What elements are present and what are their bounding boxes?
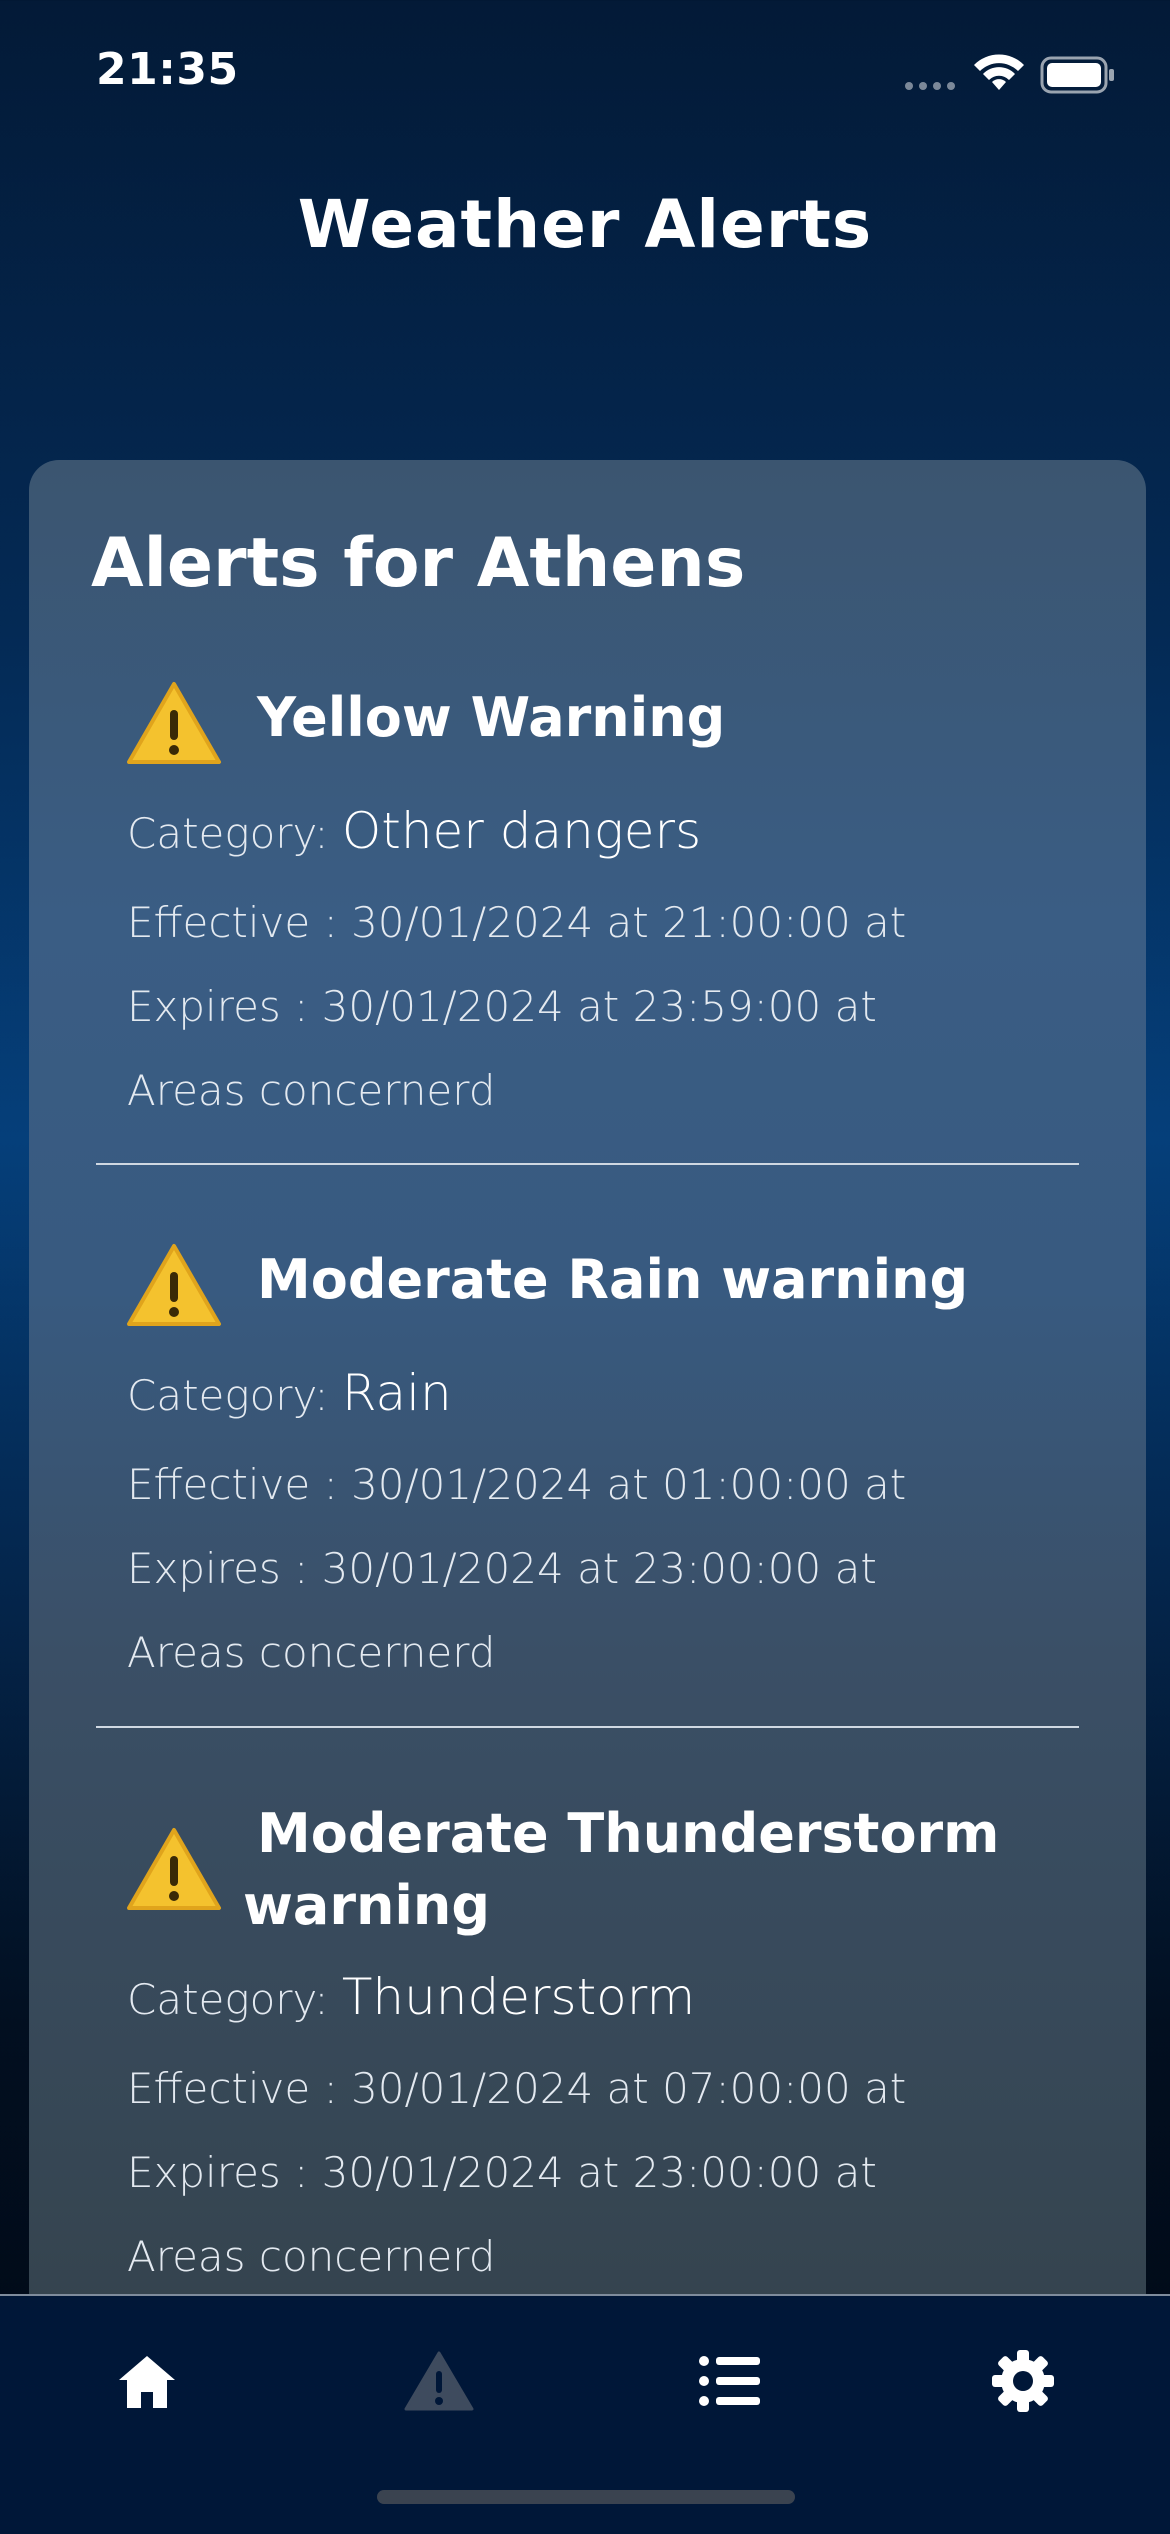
home-indicator — [377, 2490, 795, 2504]
warning-icon — [127, 1828, 221, 1910]
gear-icon — [992, 2350, 1054, 2412]
list-icon — [699, 2356, 760, 2406]
category-label: Category: — [127, 1975, 329, 2024]
alert-effective: Effective : 30/01/2024 at 07:00:00 at — [127, 2064, 907, 2113]
warning-icon — [127, 682, 221, 764]
category-value: Thunderstorm — [341, 1968, 696, 2026]
alert-effective: Effective : 30/01/2024 at 01:00:00 at — [127, 1460, 907, 1509]
tab-home[interactable] — [87, 2336, 207, 2426]
card-title: Alerts for Athens — [91, 524, 746, 603]
alert-category: Category: Rain — [127, 1364, 452, 1422]
alert-expires: Expires : 30/01/2024 at 23:59:00 at — [127, 982, 877, 1031]
home-icon — [119, 2356, 175, 2408]
alert-expires: Expires : 30/01/2024 at 23:00:00 at — [127, 2148, 877, 2197]
alert-category: Category: Other dangers — [127, 802, 701, 860]
alert-expires: Expires : 30/01/2024 at 23:00:00 at — [127, 1544, 877, 1593]
alert-category: Category: Thunderstorm — [127, 1968, 695, 2026]
tab-settings[interactable] — [963, 2336, 1083, 2426]
page-title: Weather Alerts — [297, 186, 873, 263]
alert-areas: Areas concernerd — [127, 2232, 496, 2281]
battery-icon — [1040, 56, 1114, 94]
wifi-icon — [974, 54, 1024, 90]
category-label: Category: — [127, 809, 329, 858]
category-value: Rain — [341, 1364, 452, 1422]
category-label: Category: — [127, 1371, 329, 1420]
alert-areas: Areas concernerd — [127, 1066, 496, 1115]
cellular-dots-icon — [905, 82, 955, 90]
status-bar: 21:35 — [0, 0, 1170, 150]
alert-title: Moderate Rain warning — [257, 1248, 969, 1311]
category-value: Other dangers — [341, 802, 702, 860]
alert-title: Moderate Thunderstorm warning — [243, 1802, 1000, 1937]
alert-title: Yellow Warning — [257, 686, 726, 749]
divider — [96, 1726, 1079, 1728]
tab-alerts[interactable] — [379, 2336, 499, 2426]
status-time: 21:35 — [96, 44, 239, 95]
alert-effective: Effective : 30/01/2024 at 21:00:00 at — [127, 898, 907, 947]
tab-list[interactable] — [670, 2336, 790, 2426]
divider — [96, 1163, 1079, 1165]
alert-areas: Areas concernerd — [127, 1628, 496, 1677]
alerts-card: Alerts for Athens Yellow Warning Categor… — [29, 460, 1146, 2300]
warning-icon — [127, 1244, 221, 1326]
warning-icon — [404, 2351, 474, 2411]
